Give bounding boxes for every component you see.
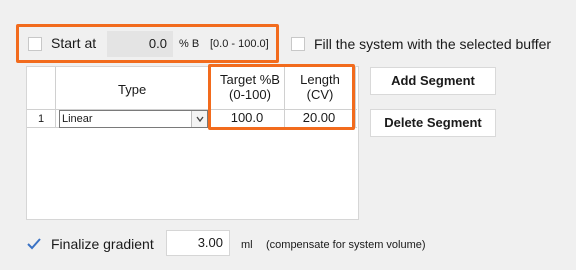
start-at-input[interactable]: 0.0 — [107, 31, 173, 57]
start-at-checkbox[interactable] — [28, 37, 42, 51]
fill-system-checkbox[interactable] — [291, 37, 305, 51]
start-at-label: Start at — [51, 35, 97, 51]
add-segment-button[interactable]: Add Segment — [370, 67, 496, 95]
column-header-type: Type — [118, 82, 147, 97]
check-icon — [27, 238, 41, 250]
segment-type-value: Linear — [62, 113, 93, 125]
start-at-unit: % B — [179, 38, 200, 50]
finalize-label: Finalize gradient — [51, 236, 154, 252]
segment-type-select[interactable]: Linear — [59, 110, 208, 128]
target-length-highlight — [208, 64, 355, 130]
fill-system-label: Fill the system with the selected buffer — [314, 36, 552, 52]
finalize-volume-input[interactable]: 3.00 — [166, 230, 230, 256]
chevron-down-icon[interactable] — [191, 111, 207, 127]
finalize-unit: ml — [241, 239, 253, 251]
finalize-note: (compensate for system volume) — [266, 239, 426, 251]
row-index: 1 — [38, 113, 45, 125]
finalize-checkbox[interactable] — [26, 236, 42, 252]
start-at-range: [0.0 - 100.0] — [210, 38, 269, 50]
delete-segment-button[interactable]: Delete Segment — [370, 109, 496, 137]
